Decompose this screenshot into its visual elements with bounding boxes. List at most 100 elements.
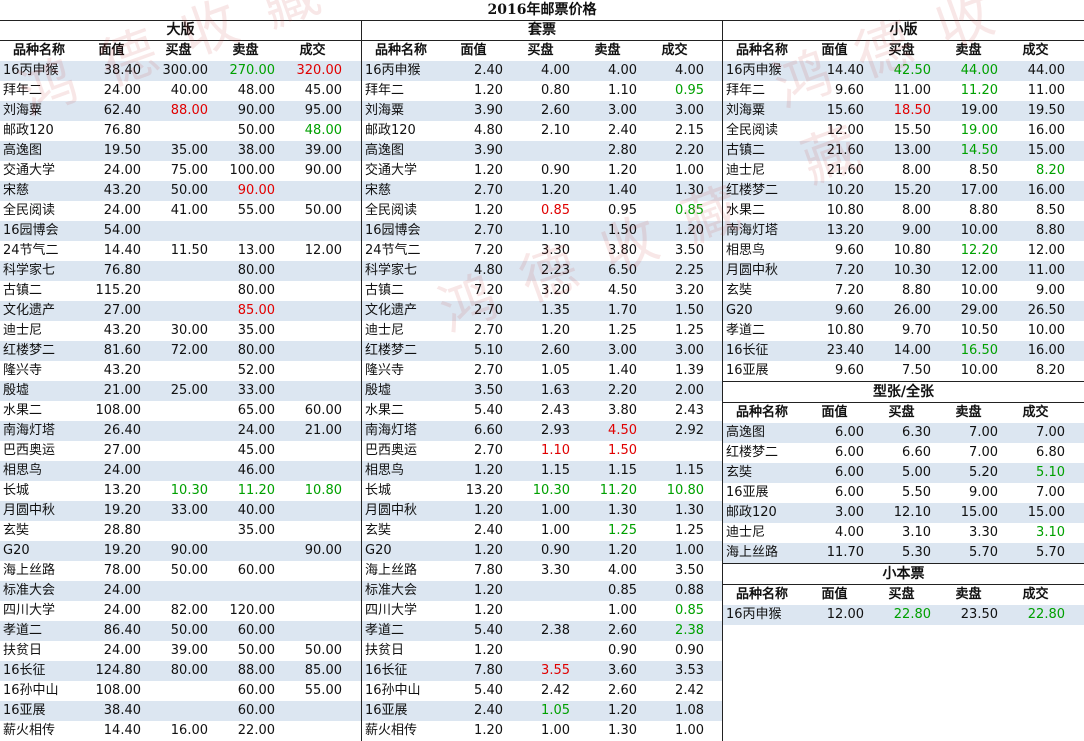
buy-price: 2.38 [541, 623, 570, 638]
stamp-name: 孝道二 [726, 323, 766, 338]
deal-price: 4.00 [675, 63, 704, 78]
table-row: 相思鸟 9.60 10.80 12.20 12.00 [723, 241, 1084, 261]
header-face: 面值 [98, 43, 125, 58]
face-value: 78.00 [103, 563, 141, 578]
buy-price: 5.00 [902, 465, 931, 480]
sell-price: 60.00 [237, 623, 275, 638]
buy-price: 9.70 [902, 323, 931, 338]
sell-price: 0.95 [608, 203, 637, 218]
table-row: 水果二 108.00 65.00 60.00 [0, 401, 361, 421]
sell-price: 50.00 [237, 123, 275, 138]
sell-price: 5.70 [969, 545, 998, 560]
rows-xingzhang: 高逸图 6.00 6.30 7.00 7.00 红楼梦二 6.00 6.60 7.00 6.80 玄… [723, 423, 1084, 563]
table-row: 南海灯塔 6.60 2.93 4.50 2.92 [362, 421, 722, 441]
table-row: 红楼梦二 81.60 72.00 80.00 [0, 341, 361, 361]
buy-price: 39.00 [170, 643, 208, 658]
table-row: 16长征 23.40 14.00 16.50 16.00 [723, 341, 1084, 361]
face-value: 54.00 [103, 223, 141, 238]
table-row: 宋慈 2.70 1.20 1.40 1.30 [362, 181, 722, 201]
face-value: 27.00 [103, 443, 141, 458]
sell-price: 19.00 [960, 103, 998, 118]
face-value: 13.20 [103, 483, 141, 498]
table-row: 迪士尼 4.00 3.10 3.30 3.10 [723, 523, 1084, 543]
face-value: 5.40 [474, 623, 503, 638]
face-value: 13.20 [465, 483, 503, 498]
stamp-name: 科学家七 [365, 263, 418, 278]
stamp-name: 玄奘 [365, 523, 392, 538]
table-row: 16孙中山 5.40 2.42 2.60 2.42 [362, 681, 722, 701]
header-name: 品种名称 [735, 43, 788, 58]
sell-price: 44.00 [960, 63, 998, 78]
table-row: 扶贫日 1.20 0.90 0.90 [362, 641, 722, 661]
stamp-name: 隆兴寺 [3, 363, 43, 378]
buy-price: 50.00 [170, 623, 208, 638]
deal-price: 1.30 [675, 503, 704, 518]
sell-price: 1.20 [608, 163, 637, 178]
buy-price: 7.50 [902, 363, 931, 378]
deal-price: 3.50 [675, 563, 704, 578]
sell-price: 1.20 [608, 703, 637, 718]
face-value: 12.00 [826, 607, 864, 622]
sell-price [212, 541, 279, 561]
sell-price: 1.20 [608, 543, 637, 558]
buy-price: 1.00 [541, 723, 570, 738]
stamp-name: 水果二 [3, 403, 43, 418]
buy-price: 3.20 [541, 283, 570, 298]
deal-price [279, 181, 346, 201]
stamp-name: 16亚展 [726, 363, 769, 378]
face-value: 2.70 [474, 223, 503, 238]
face-value: 108.00 [95, 403, 142, 418]
face-value: 21.60 [826, 163, 864, 178]
stamp-name: 长城 [365, 483, 392, 498]
face-value: 38.40 [103, 703, 141, 718]
sell-price: 8.50 [969, 163, 998, 178]
face-value: 7.20 [835, 283, 864, 298]
deal-price: 2.38 [675, 623, 704, 638]
deal-price: 2.25 [675, 263, 704, 278]
buy-price: 35.00 [170, 143, 208, 158]
section-title: 套票 [362, 20, 722, 41]
sell-price: 1.00 [608, 603, 637, 618]
table-row: 水果二 5.40 2.43 3.80 2.43 [362, 401, 722, 421]
sell-price: 3.80 [608, 403, 637, 418]
face-value: 24.00 [103, 163, 141, 178]
table-row: 高逸图 6.00 6.30 7.00 7.00 [723, 423, 1084, 443]
face-value: 1.20 [474, 643, 503, 658]
buy-price: 2.60 [541, 343, 570, 358]
table-row: 邮政120 3.00 12.10 15.00 15.00 [723, 503, 1084, 523]
deal-price: 1.00 [675, 163, 704, 178]
face-value: 115.20 [95, 283, 142, 298]
buy-price: 10.30 [532, 483, 570, 498]
table-row: 16园博会 54.00 [0, 221, 361, 241]
buy-price [145, 701, 212, 721]
table-row: 南海灯塔 13.20 9.00 10.00 8.80 [723, 221, 1084, 241]
buy-price: 30.00 [170, 323, 208, 338]
header-buy: 买盘 [888, 587, 915, 602]
stamp-name: 殷墟 [3, 383, 30, 398]
deal-price: 6.80 [1036, 445, 1065, 460]
face-value: 2.40 [474, 703, 503, 718]
buy-price: 0.90 [541, 163, 570, 178]
face-value: 4.00 [835, 525, 864, 540]
sell-price: 10.00 [960, 283, 998, 298]
sell-price: 2.20 [608, 383, 637, 398]
buy-price: 2.60 [541, 103, 570, 118]
table-row: 月圆中秋 1.20 1.00 1.30 1.30 [362, 501, 722, 521]
deal-price: 15.00 [1027, 505, 1065, 520]
table-row: 玄奘 6.00 5.00 5.20 5.10 [723, 463, 1084, 483]
rows-daban: 16丙申猴 38.40 300.00 270.00 320.00 拜年二 24.00 40.0… [0, 61, 361, 741]
deal-price: 12.00 [304, 243, 342, 258]
table-row: 16孙中山 108.00 60.00 55.00 [0, 681, 361, 701]
deal-price: 39.00 [304, 143, 342, 158]
sell-price: 48.00 [237, 83, 275, 98]
buy-price: 2.93 [541, 423, 570, 438]
face-value: 38.40 [103, 63, 141, 78]
buy-price: 22.80 [893, 607, 931, 622]
stamp-name: 16丙申猴 [726, 607, 782, 622]
stamp-name: 南海灯塔 [726, 223, 779, 238]
buy-price [145, 461, 212, 481]
stamp-name: 水果二 [365, 403, 405, 418]
sell-price: 13.00 [237, 243, 275, 258]
buy-price: 3.55 [541, 663, 570, 678]
header-deal: 成交 [1022, 405, 1049, 420]
